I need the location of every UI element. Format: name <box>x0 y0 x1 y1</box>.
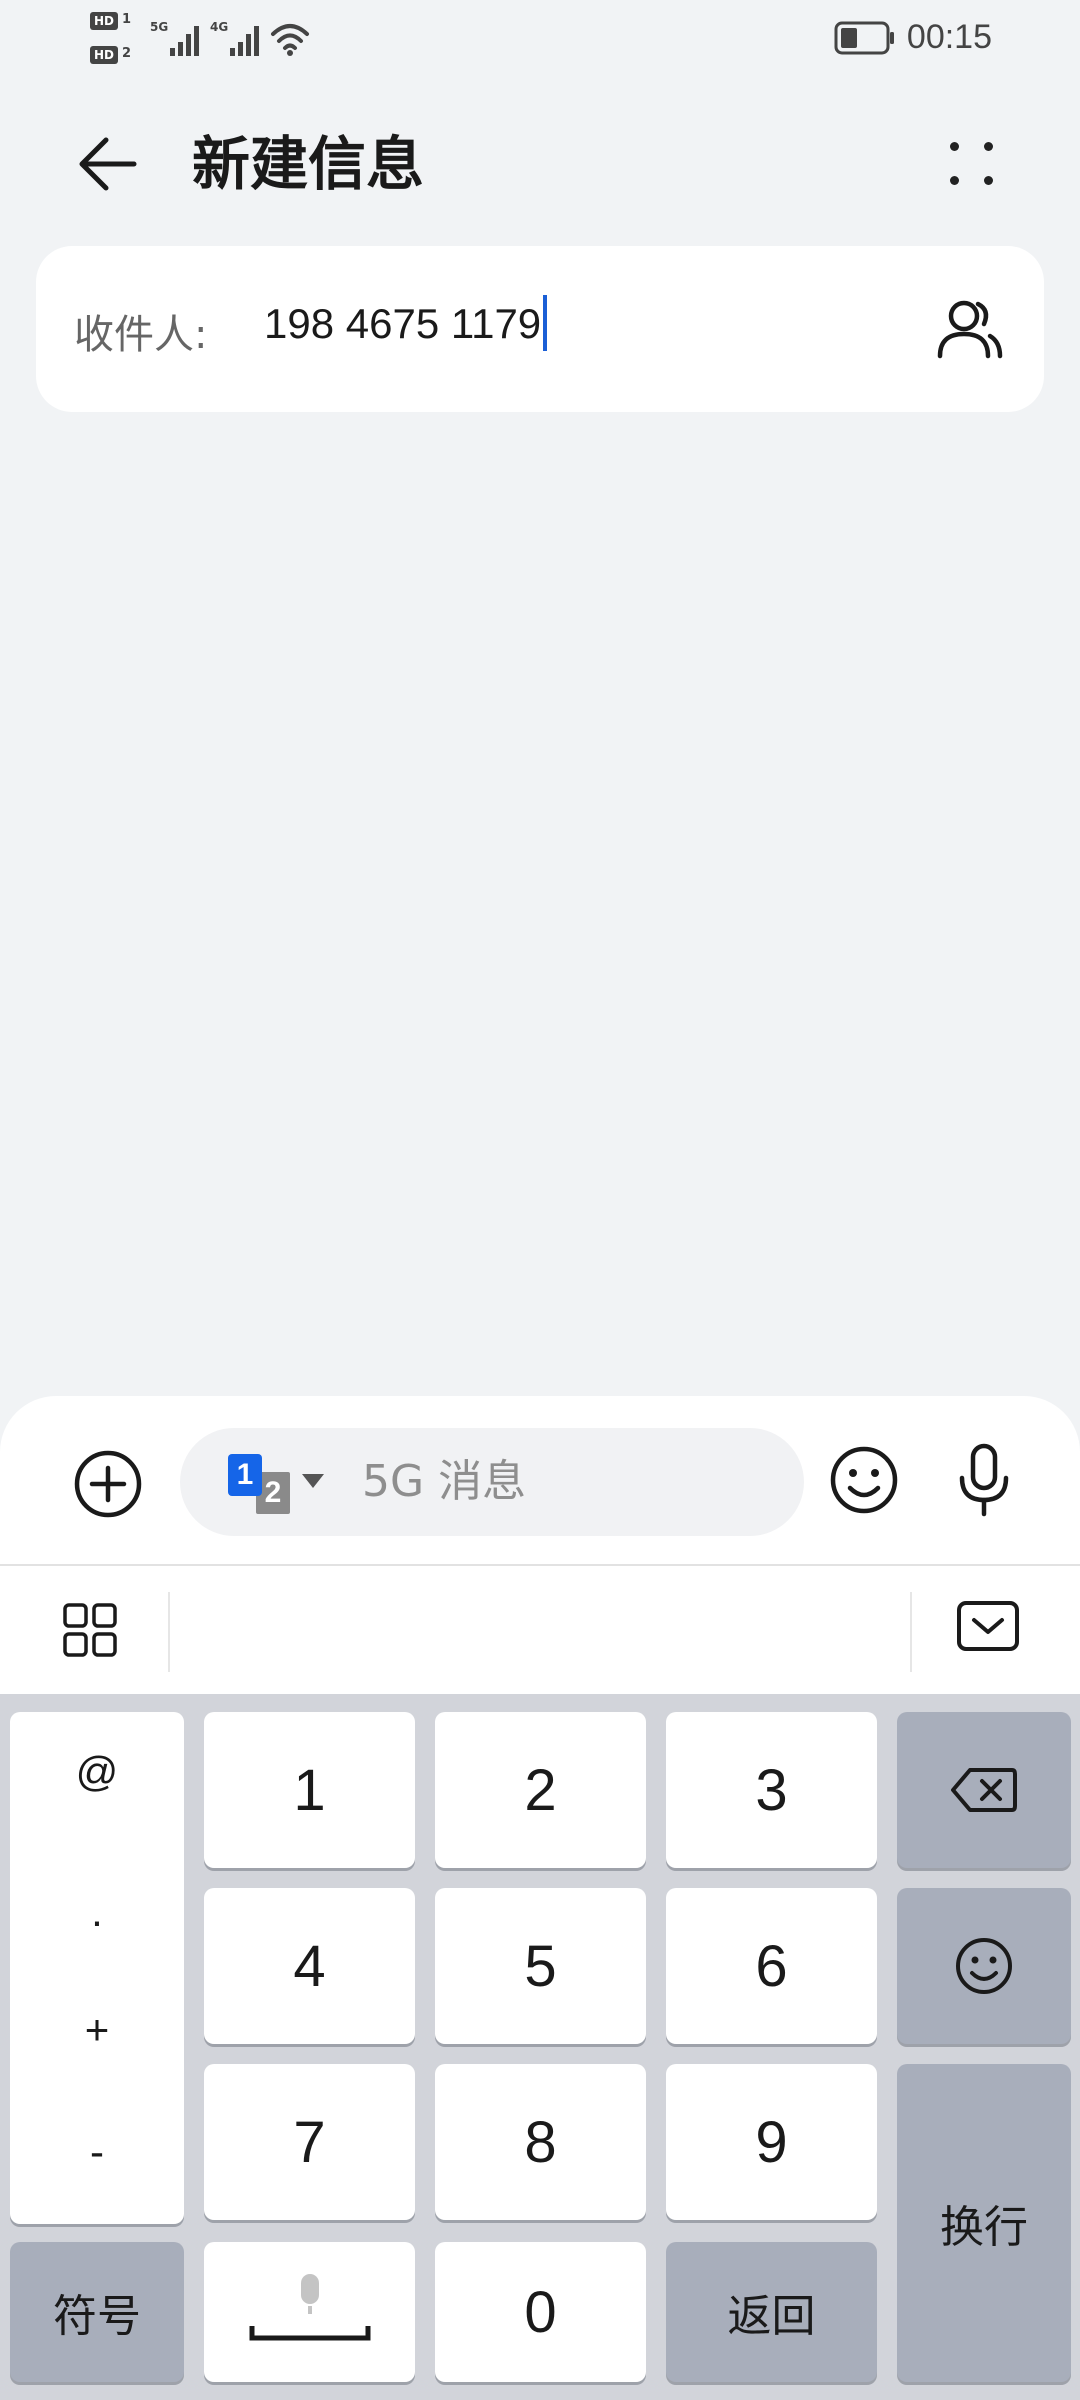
recipient-label: 收件人: <box>74 312 208 358</box>
sim2-number: 2 <box>122 46 132 61</box>
hide-keyboard-button[interactable] <box>956 1600 1020 1652</box>
contacts-icon <box>937 300 1003 359</box>
space-mic-icon <box>249 2274 370 2341</box>
key-5[interactable]: 5 <box>435 1888 646 2044</box>
more-options-button[interactable] <box>930 128 1010 200</box>
newline-key[interactable]: 换行 <box>897 2064 1071 2382</box>
key-dot[interactable]: . <box>10 1888 184 1936</box>
key-at[interactable]: @ <box>10 1748 184 1796</box>
symbol-column: @ . + - <box>10 1712 184 2224</box>
key-7[interactable]: 7 <box>204 2064 415 2220</box>
wifi-icon <box>271 24 309 56</box>
back-button[interactable] <box>72 128 144 200</box>
key-plus[interactable]: + <box>10 2006 184 2054</box>
recipient-input-value: 198 4675 1179 <box>264 300 542 347</box>
smiley-icon <box>830 1446 898 1514</box>
sim1-network-type: 5G <box>150 20 169 34</box>
key-9[interactable]: 9 <box>666 2064 877 2220</box>
key-2[interactable]: 2 <box>435 1712 646 1868</box>
key-minus[interactable]: - <box>10 2128 184 2176</box>
emoji-key[interactable] <box>897 1888 1071 2044</box>
more-dots-icon <box>950 142 959 151</box>
key-4[interactable]: 4 <box>204 1888 415 2044</box>
arrow-left-icon <box>79 137 137 191</box>
recipient-card: 收件人: 198 4675 1179 <box>36 246 1044 412</box>
backspace-icon <box>951 1768 1017 1812</box>
key-8[interactable]: 8 <box>435 2064 646 2220</box>
add-attachment-button[interactable] <box>72 1448 144 1520</box>
smiley-icon <box>956 1938 1012 1994</box>
key-3[interactable]: 3 <box>666 1712 877 1868</box>
contacts-button[interactable] <box>934 294 1006 366</box>
voice-input-button[interactable] <box>948 1442 1020 1518</box>
dropdown-caret-icon <box>302 1474 324 1488</box>
message-placeholder: 5G 消息 <box>362 1456 527 1507</box>
return-key[interactable]: 返回 <box>666 2242 877 2382</box>
microphone-icon <box>959 1443 1009 1517</box>
keyboard-menu-button[interactable] <box>62 1602 118 1658</box>
recipient-input[interactable]: 198 4675 1179 <box>264 294 548 351</box>
sim1-number: 1 <box>122 12 132 27</box>
toolbar-divider <box>168 1592 170 1672</box>
battery-icon <box>834 21 894 55</box>
numeric-keyboard: @ . + - 1 2 3 4 5 6 7 8 9 换行 符号 0 返回 <box>0 1694 1080 2400</box>
key-0[interactable]: 0 <box>435 2242 646 2382</box>
hd-badge-sim1: HD <box>90 12 118 30</box>
compose-panel: 2 1 5G 消息 <box>0 1396 1080 1694</box>
signal-icon <box>170 26 199 56</box>
message-input[interactable]: 2 1 5G 消息 <box>180 1428 804 1536</box>
key-1[interactable]: 1 <box>204 1712 415 1868</box>
page-title: 新建信息 <box>192 130 425 198</box>
signal-icon <box>230 26 259 56</box>
grid-icon <box>63 1603 117 1657</box>
plus-circle-icon <box>74 1450 142 1518</box>
space-key[interactable] <box>204 2242 415 2382</box>
toolbar-divider <box>910 1592 912 1672</box>
status-time: 00:15 <box>906 18 992 56</box>
sim1-icon: 1 <box>228 1454 262 1496</box>
status-bar: HD 1 HD 2 5G 4G 00:15 <box>0 0 1080 80</box>
sim2-network-type: 4G <box>210 20 229 34</box>
key-6[interactable]: 6 <box>666 1888 877 2044</box>
hd-badge-sim2: HD <box>90 46 118 64</box>
text-caret <box>543 294 548 351</box>
emoji-button[interactable] <box>828 1444 900 1516</box>
sim-switch-button[interactable]: 2 1 <box>228 1454 324 1516</box>
symbols-key[interactable]: 符号 <box>10 2242 184 2382</box>
backspace-key[interactable] <box>897 1712 1071 1868</box>
keyboard-collapse-icon <box>957 1601 1019 1651</box>
compose-divider <box>0 1564 1080 1566</box>
